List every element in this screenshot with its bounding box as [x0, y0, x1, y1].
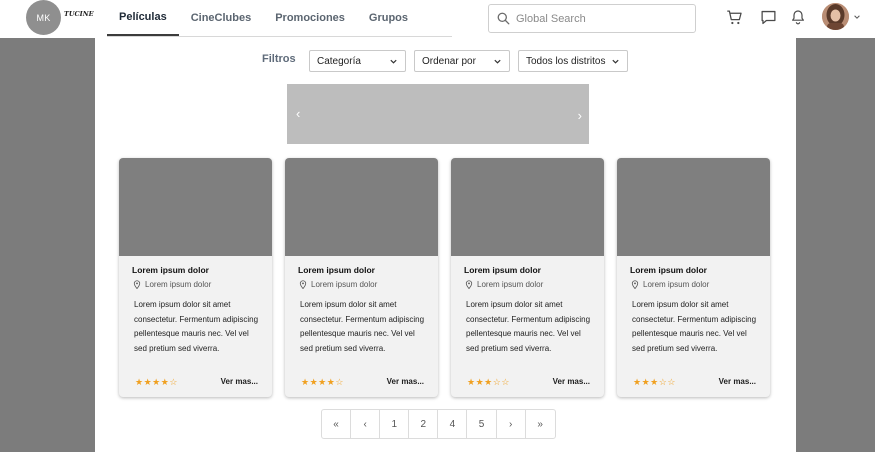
banner-carousel: ‹ ›: [287, 84, 589, 144]
star-filled-icon: ★: [633, 377, 642, 387]
ver-mas-link[interactable]: Ver mas...: [387, 377, 424, 386]
category-select[interactable]: Categoría: [309, 50, 406, 72]
star-filled-icon: ★: [309, 377, 319, 387]
movie-poster-placeholder: [451, 158, 604, 256]
star-empty-icon: ☆: [169, 377, 178, 387]
main-nav: Películas CineClubes Promociones Grupos: [107, 0, 420, 38]
bell-icon[interactable]: [789, 8, 807, 26]
movie-title: Lorem ipsum dolor: [132, 265, 209, 275]
chevron-down-icon[interactable]: [853, 13, 861, 21]
filters-label: Filtros: [262, 53, 296, 65]
movie-location: Lorem ipsum dolor: [631, 280, 709, 289]
star-filled-icon: ★: [650, 377, 659, 387]
cart-icon[interactable]: [725, 8, 743, 26]
page-button[interactable]: 2: [409, 410, 439, 438]
page-button[interactable]: 1: [380, 410, 410, 438]
map-pin-icon: [299, 280, 307, 289]
search-input[interactable]: [516, 12, 686, 25]
carousel-next-button[interactable]: ›: [578, 108, 582, 123]
last-page-button[interactable]: »: [526, 410, 555, 438]
prev-page-button[interactable]: ‹: [351, 410, 381, 438]
movie-title: Lorem ipsum dolor: [298, 265, 375, 275]
movie-location-text: Lorem ipsum dolor: [643, 280, 710, 289]
movie-location: Lorem ipsum dolor: [133, 280, 211, 289]
page-button[interactable]: 4: [438, 410, 468, 438]
movie-location: Lorem ipsum dolor: [465, 280, 543, 289]
star-filled-icon: ★: [484, 377, 493, 387]
movie-card[interactable]: Lorem ipsum dolor Lorem ipsum dolor Lore…: [617, 158, 770, 397]
star-empty-icon: ☆: [667, 377, 676, 387]
global-search[interactable]: [488, 4, 696, 33]
movie-card[interactable]: Lorem ipsum dolor Lorem ipsum dolor Lore…: [285, 158, 438, 397]
star-filled-icon: ★: [135, 377, 144, 387]
district-select-value: Todos los distritos: [526, 55, 606, 67]
nav-grupos[interactable]: Grupos: [357, 0, 420, 36]
ver-mas-link[interactable]: Ver mas...: [719, 377, 756, 386]
map-pin-icon: [465, 280, 473, 289]
logo-badge[interactable]: MK: [26, 0, 61, 35]
movie-poster-placeholder: [285, 158, 438, 256]
movie-location-text: Lorem ipsum dolor: [145, 280, 212, 289]
ver-mas-link[interactable]: Ver mas...: [553, 377, 590, 386]
nav-divider: [107, 36, 452, 37]
chevron-down-icon: [494, 59, 501, 64]
page-button[interactable]: 5: [467, 410, 497, 438]
star-empty-icon: ☆: [501, 377, 510, 387]
movie-location-text: Lorem ipsum dolor: [311, 280, 378, 289]
star-filled-icon: ★: [318, 377, 327, 387]
map-pin-icon: [133, 280, 141, 289]
star-empty-icon: ☆: [335, 377, 344, 387]
nav-cineclubes[interactable]: CineClubes: [179, 0, 264, 36]
movie-card[interactable]: Lorem ipsum dolor Lorem ipsum dolor Lore…: [119, 158, 272, 397]
movie-description: Lorem ipsum dolor sit amet consectetur. …: [300, 300, 425, 353]
star-rating: ★★★☆☆: [633, 377, 676, 388]
star-filled-icon: ★: [641, 377, 651, 387]
logo-wordmark[interactable]: TUCINE: [64, 10, 94, 18]
movie-title: Lorem ipsum dolor: [464, 265, 541, 275]
star-filled-icon: ★: [143, 377, 153, 387]
movie-poster-placeholder: [119, 158, 272, 256]
chevron-down-icon: [612, 59, 619, 64]
category-select-value: Categoría: [317, 55, 361, 67]
star-rating: ★★★★☆: [135, 377, 178, 388]
movie-location-text: Lorem ipsum dolor: [477, 280, 544, 289]
carousel-prev-button[interactable]: ‹: [296, 106, 300, 121]
star-filled-icon: ★: [475, 377, 485, 387]
nav-peliculas[interactable]: Películas: [107, 0, 179, 36]
map-pin-icon: [631, 280, 639, 289]
top-navigation-bar: MK TUCINE Películas CineClubes Promocion…: [0, 0, 875, 38]
movie-description: Lorem ipsum dolor sit amet consectetur. …: [134, 300, 259, 353]
movie-card[interactable]: Lorem ipsum dolor Lorem ipsum dolor Lore…: [451, 158, 604, 397]
search-icon: [497, 12, 510, 25]
star-filled-icon: ★: [467, 377, 476, 387]
sort-select[interactable]: Ordenar por: [414, 50, 510, 72]
chevron-down-icon: [390, 59, 397, 64]
user-avatar[interactable]: [822, 3, 849, 30]
pagination: « ‹ 1 2 4 5 › »: [321, 409, 556, 439]
district-select[interactable]: Todos los distritos: [518, 50, 628, 72]
movie-title: Lorem ipsum dolor: [630, 265, 707, 275]
nav-promociones[interactable]: Promociones: [263, 0, 357, 36]
star-rating: ★★★☆☆: [467, 377, 510, 388]
next-page-button[interactable]: ›: [497, 410, 526, 438]
movie-description: Lorem ipsum dolor sit amet consectetur. …: [466, 300, 591, 353]
movie-description: Lorem ipsum dolor sit amet consectetur. …: [632, 300, 757, 353]
star-filled-icon: ★: [152, 377, 161, 387]
movie-poster-placeholder: [617, 158, 770, 256]
star-rating: ★★★★☆: [301, 377, 344, 388]
first-page-button[interactable]: «: [322, 410, 352, 438]
sort-select-value: Ordenar por: [422, 55, 476, 67]
ver-mas-link[interactable]: Ver mas...: [221, 377, 258, 386]
message-icon[interactable]: [759, 8, 777, 26]
movie-location: Lorem ipsum dolor: [299, 280, 377, 289]
logo-initials: MK: [36, 12, 51, 23]
star-filled-icon: ★: [301, 377, 310, 387]
